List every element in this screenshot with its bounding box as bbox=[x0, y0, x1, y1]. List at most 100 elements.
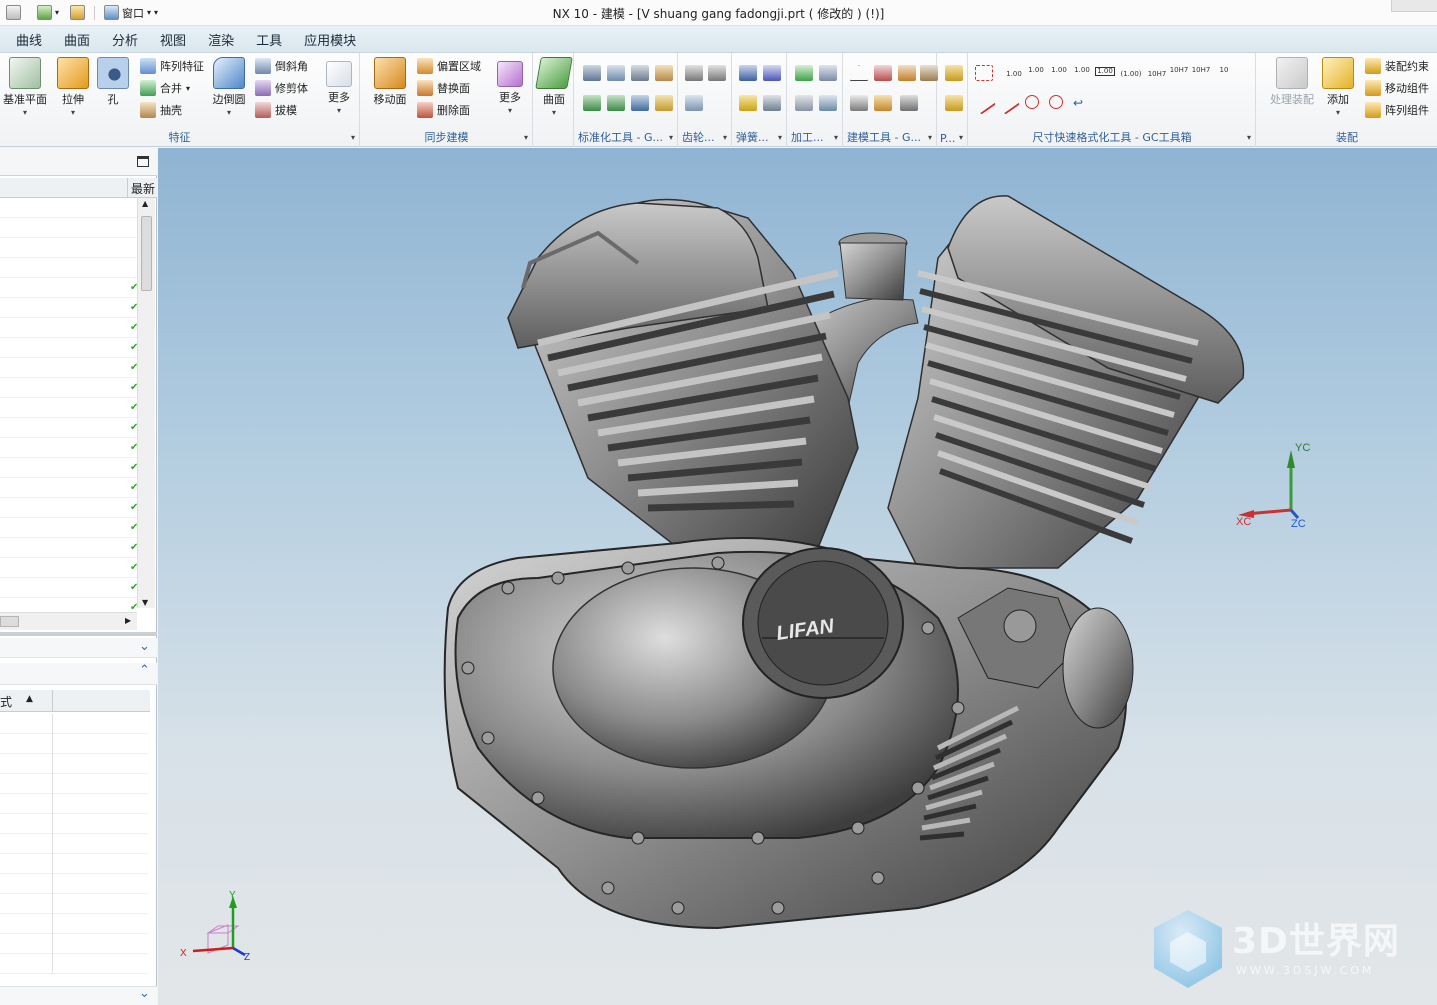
tool-icon[interactable] bbox=[583, 95, 601, 111]
menu-tools[interactable]: 工具 bbox=[246, 30, 292, 49]
table-row[interactable] bbox=[0, 754, 148, 774]
table-row[interactable]: ✔ bbox=[0, 398, 138, 418]
dimension-format-label[interactable]: 尺寸快速格式化工具 - GC工具箱 bbox=[969, 129, 1255, 145]
pattern-component-button[interactable]: 阵列组件 bbox=[1365, 100, 1429, 120]
engine-model[interactable]: LIFAN YC XC ZC Y X Z bbox=[158, 148, 1437, 1005]
tool-icon[interactable] bbox=[655, 95, 673, 111]
tool-icon[interactable] bbox=[920, 65, 938, 81]
format-button[interactable]: 1.00 bbox=[1095, 67, 1115, 76]
edge-blend-button[interactable]: 边倒圆 ▾ bbox=[206, 57, 252, 117]
table-row[interactable] bbox=[0, 218, 137, 238]
column-header-latest[interactable]: 最新 bbox=[131, 180, 155, 197]
replace-face-button[interactable]: 替换面 bbox=[417, 78, 470, 98]
tool-icon[interactable] bbox=[945, 95, 963, 111]
gear-icon[interactable] bbox=[685, 65, 703, 81]
sort-up-icon[interactable]: ▲ bbox=[26, 694, 33, 704]
table-row[interactable] bbox=[0, 894, 148, 914]
format-button[interactable]: 10 bbox=[1214, 67, 1234, 74]
tool-icon[interactable] bbox=[607, 95, 625, 111]
tool-icon[interactable] bbox=[819, 95, 837, 111]
horizontal-scrollbar[interactable]: ▶ bbox=[0, 612, 137, 630]
format-button[interactable]: 10H7 bbox=[1169, 67, 1189, 74]
gear-icon[interactable] bbox=[708, 65, 726, 81]
format-button[interactable]: (1.00) bbox=[1119, 71, 1143, 78]
chevron-down-icon[interactable]: ⌄ bbox=[139, 986, 150, 1001]
chevron-down-icon[interactable]: ▾ bbox=[959, 133, 963, 142]
dimension-icon[interactable] bbox=[975, 65, 993, 81]
scroll-thumb[interactable] bbox=[0, 616, 19, 627]
table-row[interactable]: ✔ bbox=[0, 538, 138, 558]
diameter-icon[interactable] bbox=[1025, 95, 1039, 109]
table-row[interactable] bbox=[0, 714, 148, 734]
tool-icon[interactable] bbox=[850, 95, 868, 111]
table-row[interactable] bbox=[0, 874, 148, 894]
table-row[interactable] bbox=[0, 954, 148, 974]
delete-face-button[interactable]: 删除面 bbox=[417, 100, 470, 120]
table-row[interactable] bbox=[0, 794, 148, 814]
format-button[interactable]: 10H7 bbox=[1147, 71, 1167, 78]
table-row[interactable]: ✔ bbox=[0, 298, 138, 318]
table-row[interactable]: ✔ bbox=[0, 438, 138, 458]
table-row[interactable] bbox=[0, 734, 148, 754]
process-assembly-button[interactable]: 处理装配 bbox=[1269, 57, 1315, 107]
bottom-section-header[interactable]: ⌄ bbox=[0, 986, 157, 1005]
modeling-tools-label[interactable]: 建模工具 - G... bbox=[844, 129, 936, 145]
add-component-button[interactable]: 添加 ▾ bbox=[1315, 57, 1361, 117]
vertical-scrollbar[interactable]: ▲ ▼ bbox=[137, 198, 155, 608]
table-row[interactable] bbox=[0, 914, 148, 934]
tool-icon[interactable] bbox=[607, 65, 625, 81]
chevron-down-icon[interactable]: ▾ bbox=[778, 133, 782, 142]
gc-standard-label[interactable]: 标准化工具 - G... bbox=[575, 129, 677, 145]
tool-icon[interactable] bbox=[763, 95, 781, 111]
table-row[interactable] bbox=[0, 258, 137, 278]
chamfer-button[interactable]: 倒斜角 bbox=[255, 56, 308, 76]
trim-body-button[interactable]: 修剪体 bbox=[255, 78, 308, 98]
table-row[interactable] bbox=[0, 238, 137, 258]
datum-plane-button[interactable]: 基准平面 ▾ bbox=[2, 57, 48, 117]
format-button[interactable]: 1.00 bbox=[1072, 67, 1092, 74]
format-button[interactable]: 1.00 bbox=[1049, 67, 1069, 74]
scroll-right-icon[interactable]: ▶ bbox=[125, 616, 131, 625]
table-row[interactable]: ✔ bbox=[0, 478, 138, 498]
column-header-mode[interactable]: 式 bbox=[0, 693, 12, 710]
unite-button[interactable]: 合并 ▾ bbox=[140, 78, 190, 98]
format-button[interactable]: 1.00 bbox=[1026, 67, 1046, 74]
hole-button[interactable]: 孔 bbox=[90, 57, 136, 107]
scroll-down-icon[interactable]: ▼ bbox=[142, 598, 148, 607]
draft-button[interactable]: 拔模 bbox=[255, 100, 297, 120]
tool-icon[interactable] bbox=[996, 91, 1020, 115]
tool-icon[interactable] bbox=[763, 65, 781, 81]
tool-icon[interactable] bbox=[631, 65, 649, 81]
menu-curve[interactable]: 曲线 bbox=[6, 30, 52, 49]
table-row[interactable]: ✔ bbox=[0, 338, 138, 358]
diameter-icon[interactable] bbox=[1049, 95, 1063, 109]
chevron-up-icon[interactable]: ⌃ bbox=[139, 663, 150, 678]
table-row[interactable]: ✔ bbox=[0, 558, 138, 578]
chevron-down-icon[interactable]: ⌄ bbox=[139, 639, 150, 654]
table-row[interactable]: ✔ bbox=[0, 378, 138, 398]
tool-icon[interactable] bbox=[795, 95, 813, 111]
shell-button[interactable]: 抽壳 bbox=[140, 100, 182, 120]
format-button[interactable]: 10H7 bbox=[1191, 67, 1211, 74]
table-row[interactable] bbox=[0, 834, 148, 854]
chevron-down-icon[interactable]: ▾ bbox=[928, 133, 932, 142]
triangle-icon[interactable] bbox=[850, 65, 868, 81]
table-row[interactable] bbox=[0, 198, 137, 218]
tool-icon[interactable] bbox=[898, 65, 916, 81]
pattern-feature-button[interactable]: 阵列特征 bbox=[140, 56, 204, 76]
table-row[interactable]: ✔ bbox=[0, 498, 138, 518]
table-row[interactable]: ✔ bbox=[0, 418, 138, 438]
check-icon[interactable] bbox=[795, 65, 813, 81]
menu-view[interactable]: 视图 bbox=[150, 30, 196, 49]
table-row[interactable] bbox=[0, 854, 148, 874]
scroll-thumb[interactable] bbox=[141, 216, 152, 291]
table-row[interactable]: ✔ bbox=[0, 358, 138, 378]
maximize-icon[interactable] bbox=[137, 156, 149, 167]
tool-icon[interactable] bbox=[583, 65, 601, 81]
tool-icon[interactable] bbox=[819, 65, 837, 81]
move-component-button[interactable]: 移动组件 bbox=[1365, 78, 1429, 98]
format-button[interactable]: 1.00 bbox=[1004, 71, 1024, 78]
tool-icon[interactable] bbox=[739, 95, 757, 111]
tool-icon[interactable] bbox=[874, 65, 892, 81]
window-controls[interactable] bbox=[1391, 0, 1437, 12]
